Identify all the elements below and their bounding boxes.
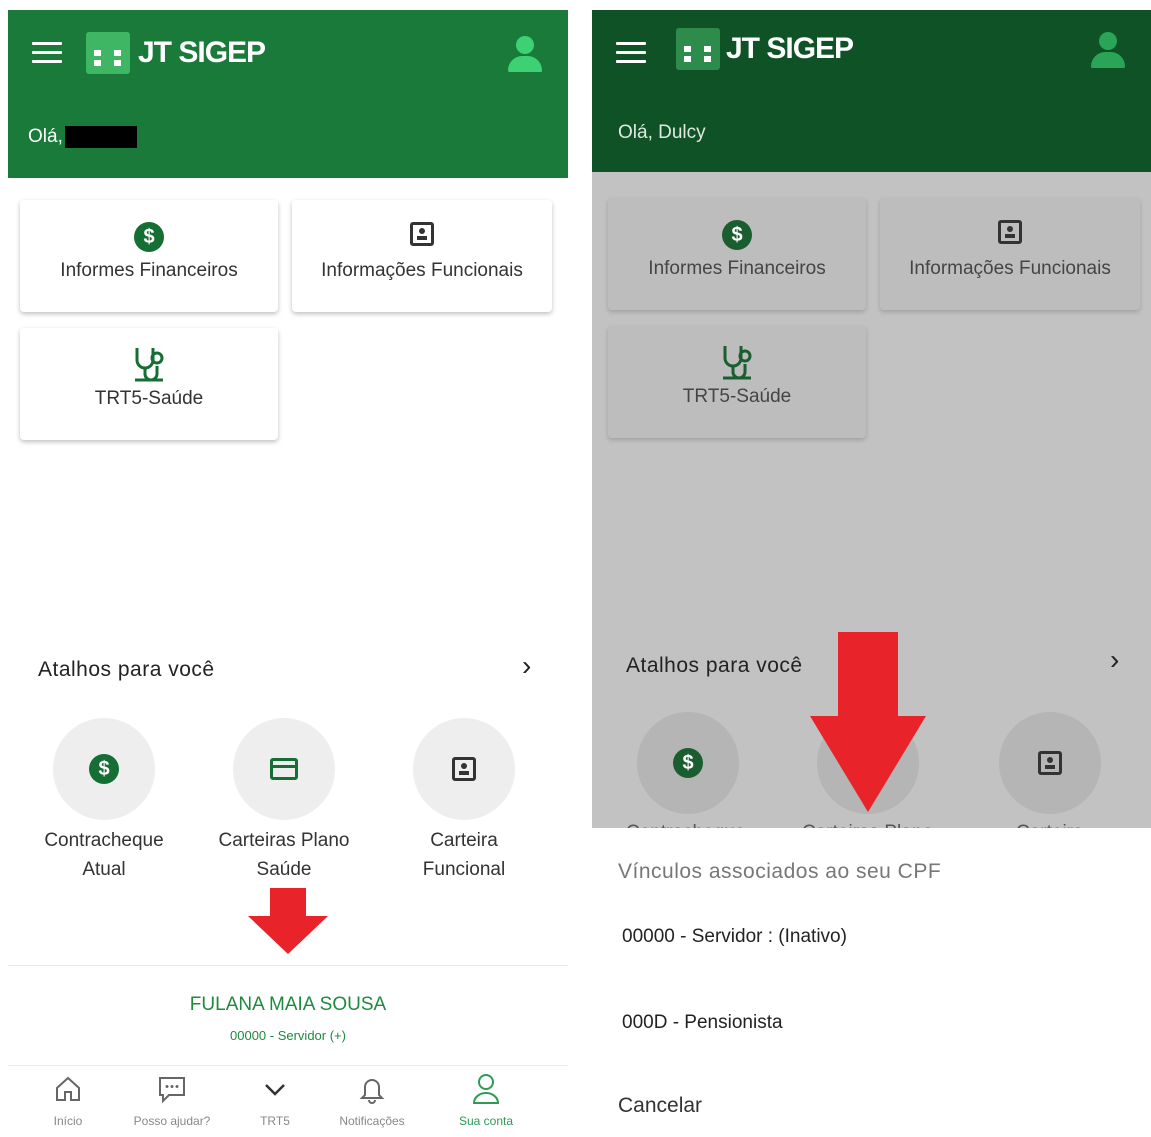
card-trt5-saude: TRT5-Saúde [608,326,866,438]
app-logo-icon [676,28,720,70]
badge-icon [1038,751,1062,775]
chevron-down-icon [225,1072,325,1106]
app-logo-icon [86,32,130,74]
sheet-option-servidor[interactable]: 00000 - Servidor : (Inativo) [622,926,847,948]
card-trt5-saude[interactable]: TRT5-Saúde [20,328,278,440]
app-bar: JT SIGEP Olá, [8,10,568,178]
badge-icon [452,757,476,781]
shortcut-circle: $ [637,712,739,814]
sheet-option-pensionista[interactable]: 000D - Pensionista [622,1012,783,1034]
card-label: TRT5-Saúde [94,388,204,409]
greeting: Olá, Dulcy [618,122,706,143]
shortcut-circle [413,718,515,820]
account-role: 00000 - Servidor (+) [230,1028,346,1043]
card-label: Informes Financeiros [60,260,238,281]
nav-label: Sua conta [458,1114,514,1128]
bottom-navigation: Início Posso ajudar? TRT5 Notificações S… [8,1065,568,1137]
home-icon [18,1072,118,1106]
card-informacoes-funcionais[interactable]: Informações Funcionais [292,200,552,312]
screen-divider [568,0,592,1137]
shortcut-contracheque[interactable]: $ Contracheque Atual [24,718,184,884]
hamburger-menu-icon[interactable] [616,42,646,66]
nav-trt5[interactable]: TRT5 [225,1072,325,1128]
nav-inicio[interactable]: Início [18,1072,118,1128]
user-profile-icon[interactable] [1091,32,1125,72]
card-label: Informações Funcionais [909,258,1111,279]
card-label: Informações Funcionais [321,260,523,281]
red-arrow-down-icon [810,632,926,812]
stethoscope-icon [717,342,757,387]
app-bar: JT SIGEP Olá, Dulcy [592,10,1151,172]
user-profile-icon[interactable] [508,36,542,76]
shortcut-circle [999,712,1101,814]
badge-icon [410,222,434,246]
bottom-sheet-vinculos: Vínculos associados ao seu CPF 00000 - S… [592,828,1151,1137]
bell-icon [322,1072,422,1106]
greeting: Olá, [28,126,137,148]
dollar-icon: $ [673,748,703,778]
card-informacoes-funcionais: Informações Funcionais [880,198,1140,310]
card-informes-financeiros[interactable]: $ Informes Financeiros [20,200,278,312]
shortcut-carteira-funcional [970,712,1130,814]
badge-icon [998,220,1022,244]
shortcuts-title: Atalhos para você [38,658,215,681]
account-panel[interactable]: FULANA MAIA SOUSA 00000 - Servidor (+) [8,965,568,1066]
stethoscope-icon [129,344,169,389]
shortcut-carteira-funcional[interactable]: Carteira Funcional [384,718,544,884]
sheet-title: Vínculos associados ao seu CPF [618,860,942,883]
nav-label: Notificações [339,1114,405,1128]
chat-icon [122,1072,222,1106]
shortcut-label: Carteiras Plano Saúde [218,830,350,880]
cancel-button[interactable]: Cancelar [618,1094,702,1118]
chevron-right-icon: › [1110,644,1120,675]
red-arrow-down-icon [248,888,328,954]
credit-card-icon [270,758,298,780]
shortcut-carteiras-plano-saude[interactable]: Carteiras Plano Saúde [204,718,364,884]
hamburger-menu-icon[interactable] [32,42,62,66]
card-label: TRT5-Saúde [682,386,792,407]
person-icon [436,1072,536,1106]
nav-posso-ajudar[interactable]: Posso ajudar? [122,1072,222,1128]
shortcut-circle: $ [53,718,155,820]
nav-label: Posso ajudar? [133,1114,211,1128]
nav-label: Início [53,1114,83,1128]
shortcut-label: Contracheque Atual [44,830,164,880]
shortcut-label: Carteira Funcional [422,830,506,880]
card-informes-financeiros: $ Informes Financeiros [608,198,866,310]
redacted-name [64,126,137,148]
account-name: FULANA MAIA SOUSA [189,994,387,1015]
nav-label: TRT5 [260,1114,290,1128]
card-label: Informes Financeiros [648,258,826,279]
dollar-icon: $ [89,754,119,784]
shortcut-circle [233,718,335,820]
nav-notificacoes[interactable]: Notificações [322,1072,422,1128]
shortcuts-title: Atalhos para você [626,654,803,677]
nav-sua-conta[interactable]: Sua conta [436,1072,536,1128]
app-title: JT SIGEP [726,32,854,65]
dollar-icon: $ [722,220,752,250]
chevron-right-icon[interactable]: › [522,650,531,682]
dollar-icon: $ [134,222,164,252]
shortcut-contracheque: $ [608,712,768,814]
right-phone-screen: JT SIGEP Olá, Dulcy $ Informes Financeir… [592,10,1151,1137]
app-title: JT SIGEP [138,36,266,69]
left-phone-screen: JT SIGEP Olá, $ Informes Financeiros Inf… [8,10,568,1137]
